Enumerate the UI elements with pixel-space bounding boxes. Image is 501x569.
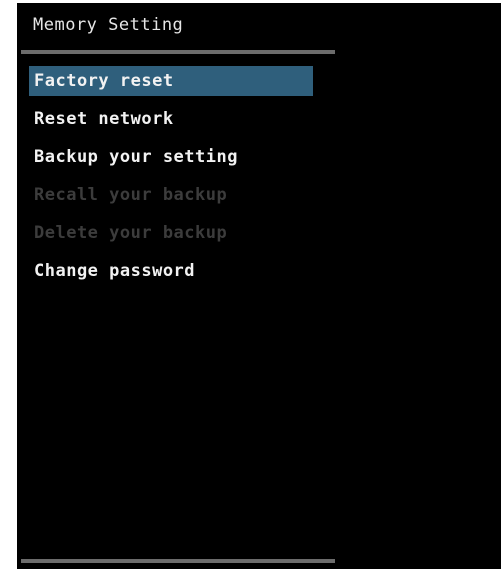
menu-item-backup-setting[interactable]: Backup your setting bbox=[29, 142, 313, 172]
page-title: Memory Setting bbox=[33, 15, 184, 35]
menu-item-reset-network[interactable]: Reset network bbox=[29, 104, 313, 134]
menu-item-delete-backup: Delete your backup bbox=[34, 223, 228, 243]
menu-item-change-password[interactable]: Change password bbox=[29, 256, 313, 286]
header-divider bbox=[21, 50, 335, 54]
menu-item-factory-reset[interactable]: Factory reset bbox=[29, 66, 313, 96]
memory-setting-menu: Factory reset Reset network Backup your … bbox=[29, 66, 313, 294]
footer-divider bbox=[21, 559, 335, 563]
memory-setting-screen: Memory Setting Factory reset Reset netwo… bbox=[17, 3, 501, 569]
menu-item-recall-backup: Recall your backup bbox=[34, 185, 228, 205]
